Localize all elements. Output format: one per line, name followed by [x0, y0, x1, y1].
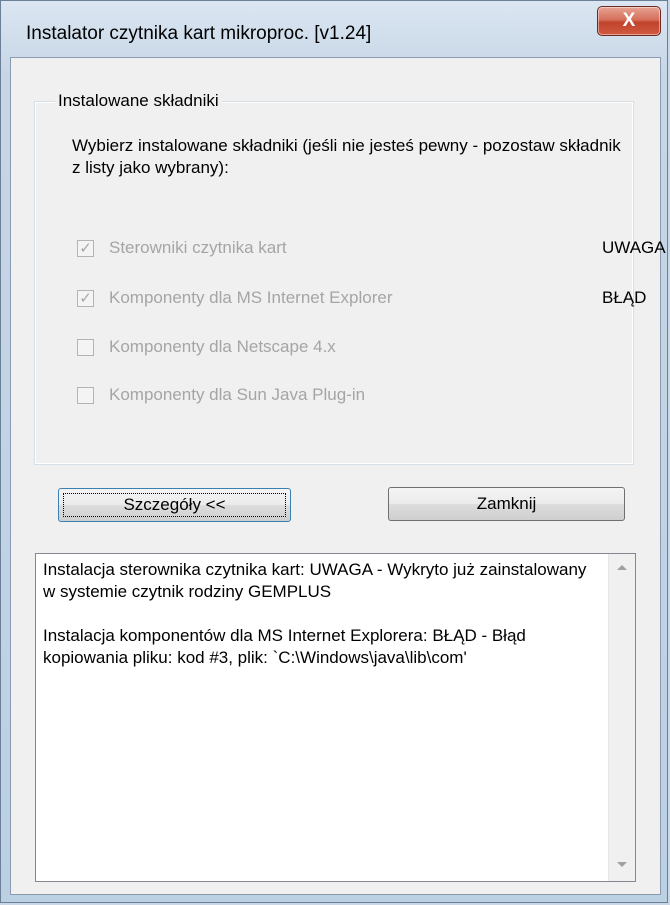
log-text: Instalacja sterownika czytnika kart: UWA…	[43, 560, 587, 667]
title-bar[interactable]: Instalator czytnika kart mikroproc. [v1.…	[1, 1, 667, 63]
details-button[interactable]: Szczegóły <<	[58, 488, 291, 522]
close-icon: X	[622, 10, 636, 31]
scroll-down-icon[interactable]	[617, 862, 627, 867]
vertical-scrollbar[interactable]	[608, 554, 635, 881]
instruction-text: Wybierz instalowane składniki (jeśli nie…	[72, 136, 621, 177]
groupbox-legend: Instalowane składniki	[55, 91, 222, 111]
close-button-label: Zamknij	[476, 494, 537, 513]
component-label: Komponenty dla Netscape 4.x	[109, 337, 336, 356]
focus-rectangle	[63, 493, 286, 517]
component-status: UWAGA	[602, 238, 666, 257]
component-label: Sterowniki czytnika kart	[109, 238, 287, 257]
component-label: Komponenty dla MS Internet Explorer	[109, 288, 393, 307]
component-row-java-plugin[interactable]: Komponenty dla Sun Java Plug-in	[77, 385, 637, 409]
checkbox-netscape[interactable]	[77, 339, 94, 356]
details-log-textarea[interactable]: Instalacja sterownika czytnika kart: UWA…	[35, 553, 636, 882]
component-status: BŁĄD	[602, 288, 647, 307]
component-row-netscape[interactable]: Komponenty dla Netscape 4.x	[77, 337, 637, 361]
checkbox-ms-ie[interactable]: ✓	[77, 290, 94, 307]
checkbox-java-plugin[interactable]	[77, 387, 94, 404]
component-row-ms-ie[interactable]: ✓ Komponenty dla MS Internet Explorer BŁ…	[77, 288, 646, 312]
scroll-up-icon[interactable]	[617, 565, 627, 570]
checkbox-card-reader-drivers[interactable]: ✓	[77, 240, 94, 257]
window-title: Instalator czytnika kart mikroproc. [v1.…	[26, 23, 372, 44]
component-row-card-reader-drivers[interactable]: ✓ Sterowniki czytnika kart UWAGA	[77, 238, 666, 262]
close-window-button[interactable]: X	[597, 6, 661, 36]
close-button[interactable]: Zamknij	[388, 487, 625, 521]
component-label: Komponenty dla Sun Java Plug-in	[109, 385, 366, 404]
